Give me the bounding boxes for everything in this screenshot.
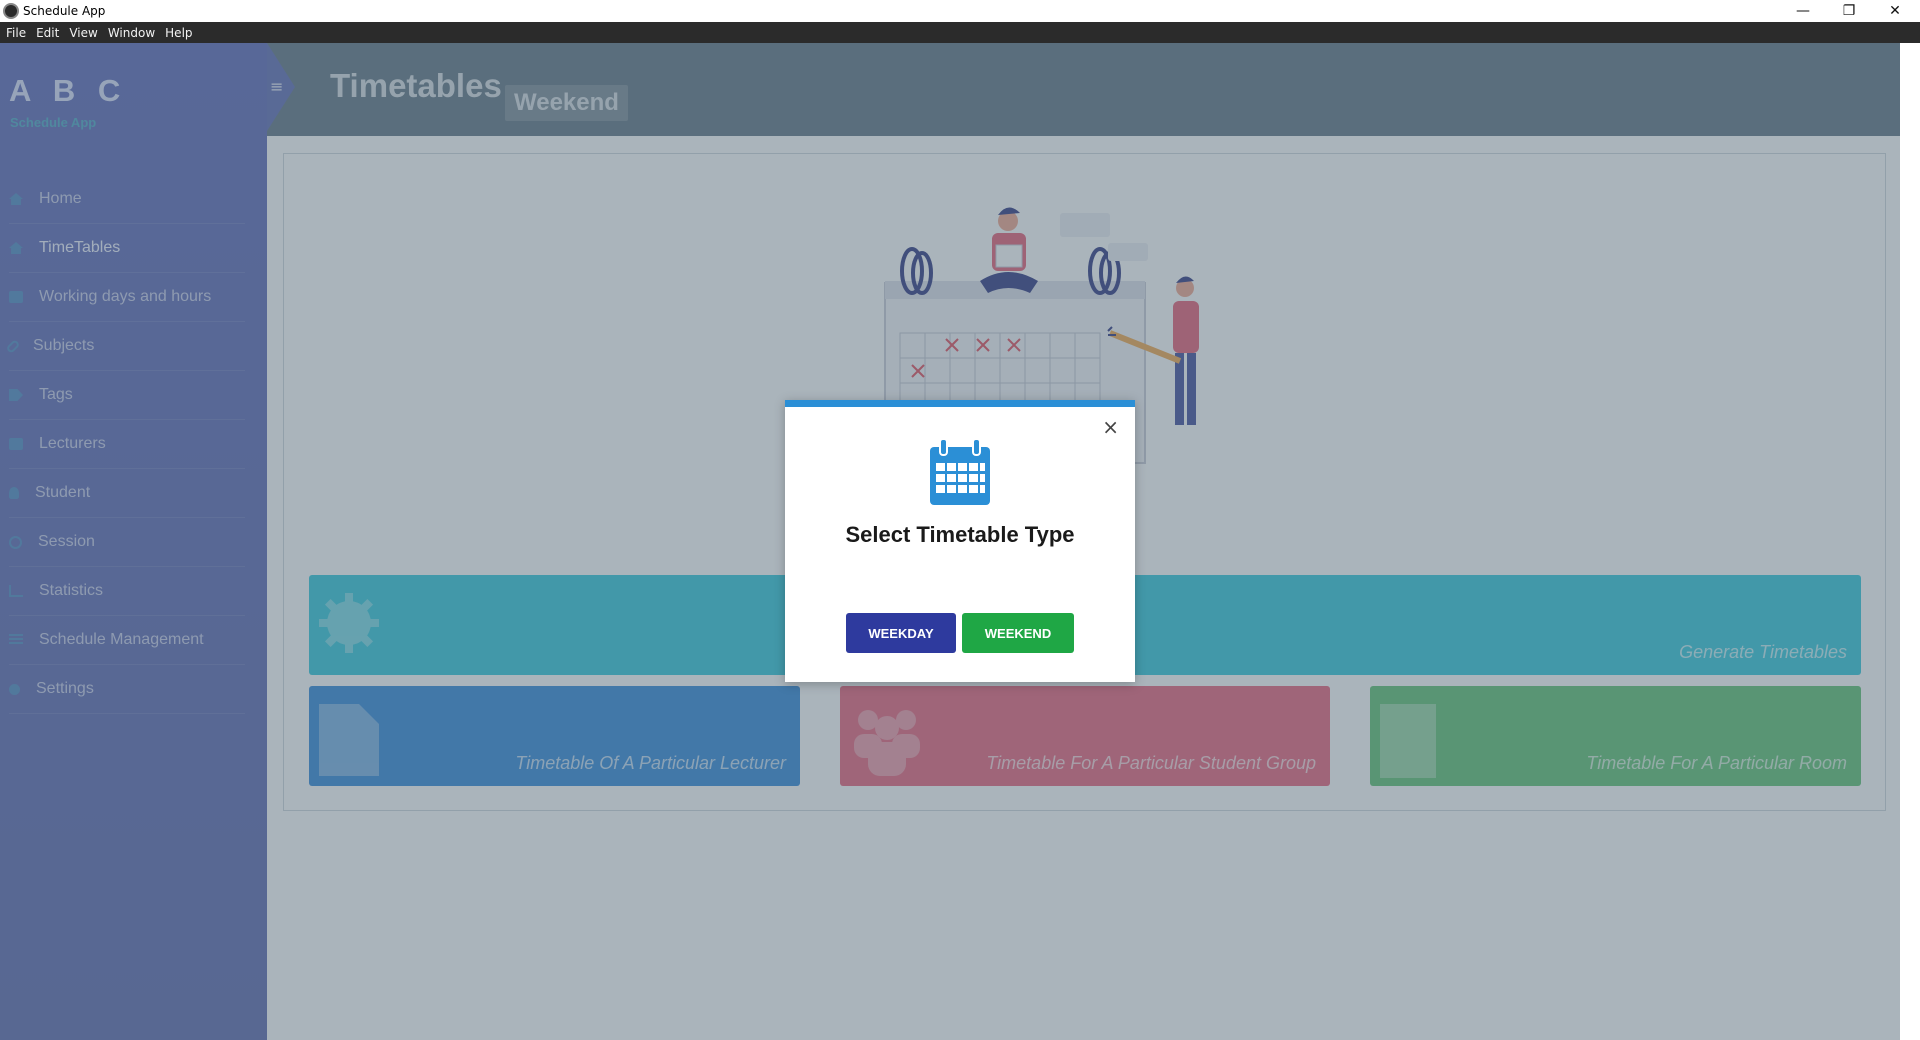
window-title: Schedule App [23,4,106,18]
calendar-icon [930,438,990,505]
select-timetable-type-modal: × Select Timetable Type WEEKDAY WEEKEND [785,400,1135,682]
scrollbar-gutter [1900,43,1920,1040]
close-window-button[interactable]: ✕ [1872,0,1918,22]
weekend-button[interactable]: WEEKEND [962,613,1074,653]
menu-file[interactable]: File [6,26,26,40]
weekday-button[interactable]: WEEKDAY [846,613,956,653]
app-logo-icon [3,3,19,19]
menu-view[interactable]: View [69,26,97,40]
modal-close-button[interactable]: × [1102,415,1119,439]
menu-help[interactable]: Help [165,26,192,40]
minimize-button[interactable]: — [1780,0,1826,22]
app-area: A B C Schedule App Home TimeTables Worki… [0,43,1920,1040]
menu-bar: File Edit View Window Help [0,22,1920,43]
restore-button[interactable]: ❐ [1826,0,1872,22]
modal-title: Select Timetable Type [845,522,1075,547]
menu-window[interactable]: Window [108,26,155,40]
menu-edit[interactable]: Edit [36,26,59,40]
window-titlebar: Schedule App — ❐ ✕ [0,0,1920,22]
